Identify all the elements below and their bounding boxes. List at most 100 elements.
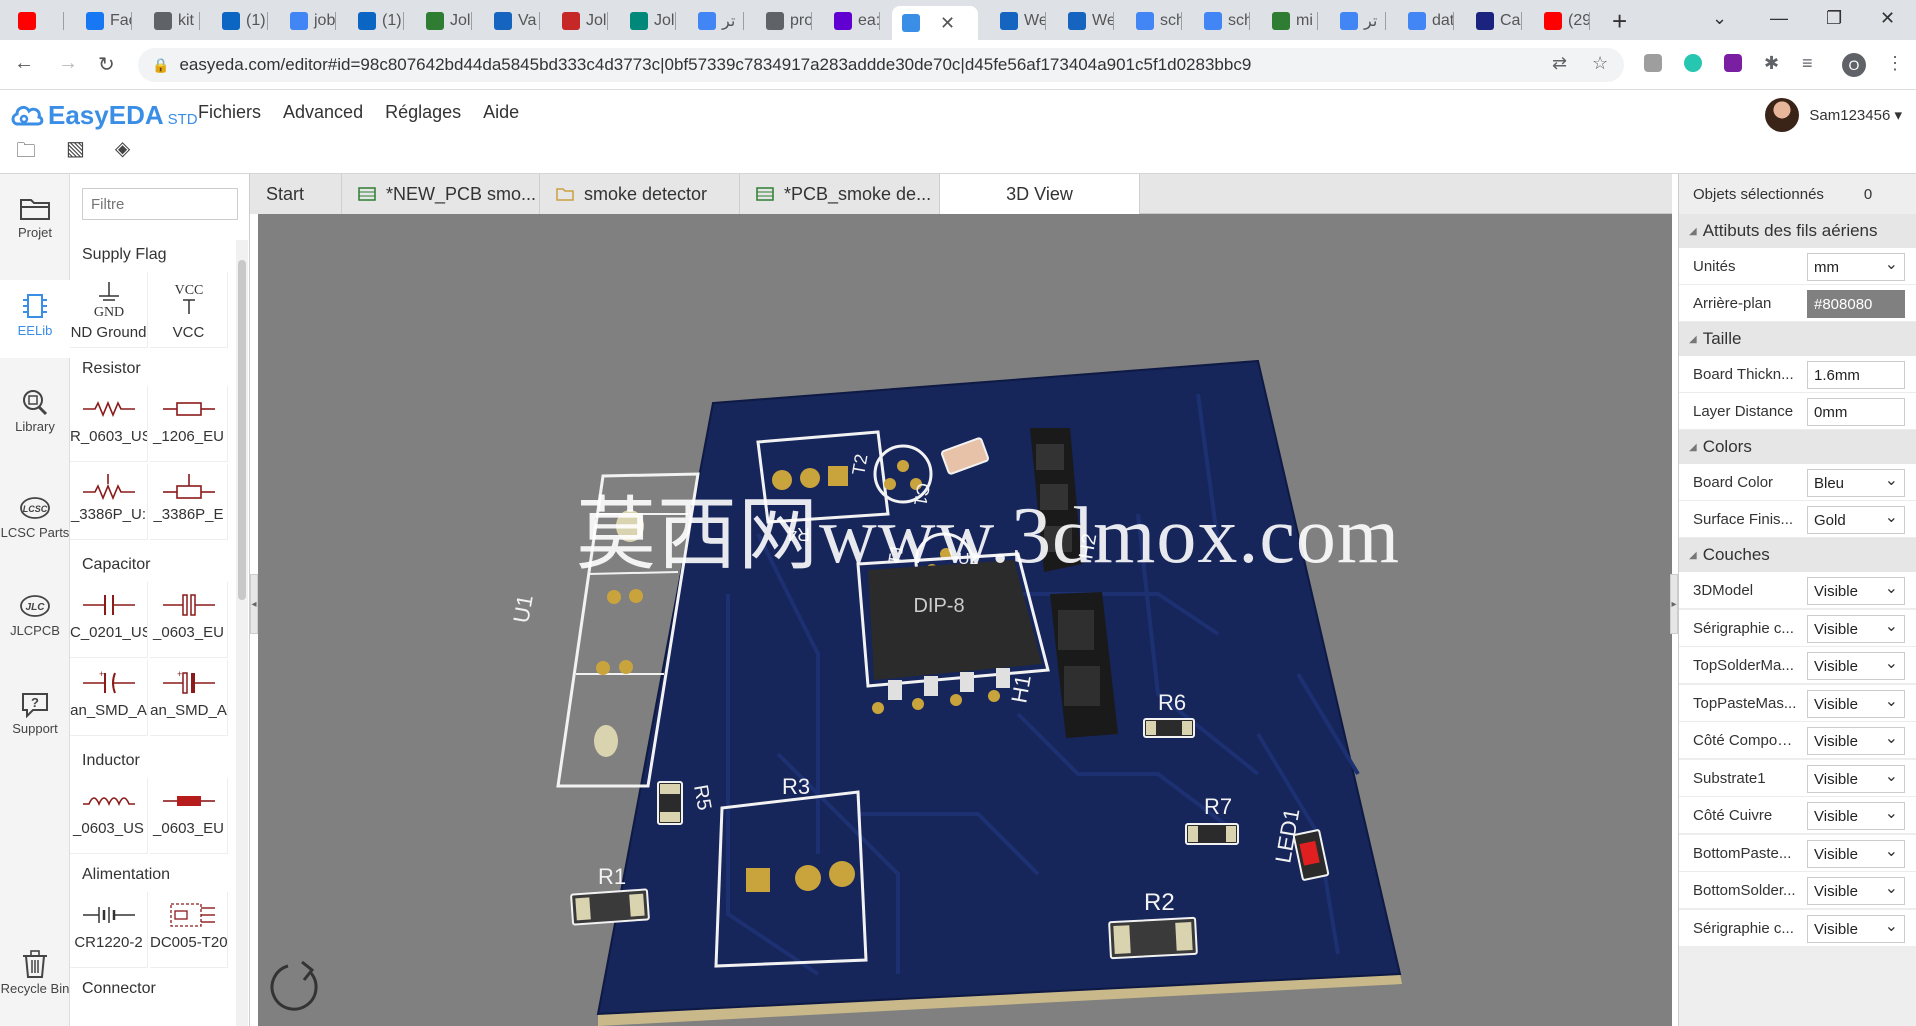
browser-tab[interactable]: Jol [552, 6, 608, 36]
browser-tab[interactable]: mi [1262, 6, 1318, 36]
lib-item-r0603-us[interactable]: R_0603_US [70, 386, 148, 462]
layer-visibility-select[interactable]: Visible [1807, 577, 1905, 605]
lib-item-gnd[interactable]: GND ND Ground [70, 272, 148, 348]
browser-tab[interactable]: job [280, 6, 336, 36]
rail-lcsc-parts[interactable]: LCSC LCSC Parts [0, 494, 70, 574]
layer-visibility-select[interactable]: Visible [1807, 877, 1905, 905]
browser-tab[interactable]: kit [144, 6, 200, 36]
layer-visibility-select[interactable]: Visible [1807, 652, 1905, 680]
browser-tab[interactable]: sch [1126, 6, 1182, 36]
menu-fichiers[interactable]: Fichiers [198, 102, 261, 123]
close-tab-icon[interactable]: ✕ [940, 13, 955, 34]
back-arrow-icon[interactable]: ← [14, 52, 34, 75]
tab-3d-view[interactable]: 3D View [940, 174, 1140, 214]
tab-start[interactable]: Start [250, 174, 342, 214]
close-window-icon[interactable]: ✕ [1880, 8, 1895, 29]
lib-item-c0201-us[interactable]: C_0201_US [70, 582, 148, 658]
collapse-left-panel-handle[interactable]: ◂ [250, 574, 258, 634]
extension-teal-icon[interactable] [1684, 54, 1702, 72]
menu-reglages[interactable]: Réglages [385, 102, 461, 123]
open-folder-icon[interactable]: 🗀 [16, 136, 36, 170]
browser-tab[interactable]: (29 [1534, 6, 1590, 36]
browser-tab[interactable]: Jol [620, 6, 676, 36]
background-color-field[interactable]: #808080 [1807, 290, 1905, 318]
section-colors[interactable]: ◢ Colors [1679, 430, 1916, 464]
lib-item-r1206-eu[interactable]: _1206_EU [150, 386, 228, 462]
library-scrollbar[interactable] [236, 240, 248, 1026]
3d-viewport[interactable]: U1 DIP-8 U2 R4 T2 C1 H2 T1 H1 R6 R5 R3 R… [258, 214, 1672, 1026]
lib-item-battery[interactable]: CR1220-2 [70, 892, 148, 968]
layer-visibility-select[interactable]: Visible [1807, 689, 1905, 718]
lib-item-pot-us[interactable]: _3386P_U: [70, 464, 148, 540]
surface-finish-select[interactable]: Gold [1807, 506, 1905, 534]
menu-aide[interactable]: Aide [483, 102, 519, 123]
browser-tab[interactable]: dat [1398, 6, 1454, 36]
lib-item-l0603-us[interactable]: _0603_US [70, 778, 148, 854]
layer-visibility-select[interactable]: Visible [1807, 839, 1905, 868]
lib-item-dc-jack[interactable]: DC005-T20 [150, 892, 228, 968]
extension-clapper-icon[interactable] [1724, 54, 1742, 72]
browser-tab[interactable]: Ca [1466, 6, 1522, 36]
section-size[interactable]: ◢ Taille [1679, 322, 1916, 356]
browser-tab[interactable]: pro [756, 6, 812, 36]
extensions-puzzle-icon[interactable]: ✱ [1764, 53, 1779, 74]
extension-screen-icon[interactable] [1644, 54, 1662, 72]
forward-arrow-icon[interactable]: → [58, 52, 78, 75]
rail-eelib[interactable]: EELib [0, 280, 70, 358]
browser-tab[interactable]: We [990, 6, 1046, 36]
menu-advanced[interactable]: Advanced [283, 102, 363, 123]
tab-new-pcb[interactable]: *NEW_PCB smo... [342, 174, 540, 214]
lib-item-pot-eu[interactable]: _3386P_E [150, 464, 228, 540]
units-select[interactable]: mm [1807, 253, 1905, 281]
translate-icon[interactable]: ⇄ [1552, 53, 1567, 74]
layers-icon[interactable]: ◈ [115, 136, 130, 170]
minimize-icon[interactable]: — [1770, 8, 1788, 29]
board-thickness-input[interactable]: 1.6mm [1807, 361, 1905, 389]
browser-tab[interactable]: ✕ [892, 6, 978, 40]
user-menu[interactable]: Sam123456 ▾ [1765, 98, 1902, 132]
rail-library[interactable]: Library [0, 388, 70, 452]
url-field[interactable]: 🔒 easyeda.com/editor#id=98c807642bd44da5… [138, 48, 1624, 82]
layer-visibility-select[interactable]: Visible [1807, 914, 1905, 943]
browser-tab[interactable]: sch [1194, 6, 1250, 36]
lib-item-cap-smd-a2[interactable]: + an_SMD_A [150, 660, 228, 736]
browser-tab[interactable]: (1) [348, 6, 404, 36]
tab-pcb-smoke[interactable]: *PCB_smoke de... [740, 174, 940, 214]
bookmark-star-icon[interactable]: ☆ [1592, 53, 1608, 74]
browser-tab[interactable]: Fac [76, 6, 132, 36]
section-layers[interactable]: ◢ Couches [1679, 538, 1916, 572]
library-scrollbar-thumb[interactable] [238, 260, 246, 600]
layer-distance-input[interactable]: 0mm [1807, 398, 1905, 426]
library-filter-input[interactable] [82, 188, 238, 220]
easyeda-logo[interactable]: EasyEDA STD [10, 98, 198, 131]
browser-menu-icon[interactable]: ⋮ [1886, 53, 1904, 74]
browser-tab[interactable]: تر [688, 6, 744, 36]
auto-rotate-icon[interactable] [266, 956, 326, 1016]
layer-visibility-select[interactable]: Visible [1807, 614, 1905, 643]
browser-tab[interactable]: Va [484, 6, 540, 36]
rail-recycle-bin[interactable]: Recycle Bin [0, 950, 70, 1026]
browser-tab[interactable]: We [1058, 6, 1114, 36]
rail-support[interactable]: ? Support [0, 690, 70, 754]
lib-item-l0603-eu[interactable]: _0603_EU [150, 778, 228, 854]
collapse-right-panel-handle[interactable]: ▸ [1670, 574, 1678, 634]
image-export-icon[interactable]: ▧ [66, 136, 85, 170]
browser-tab[interactable]: (1) [212, 6, 268, 36]
profile-avatar[interactable]: O [1842, 53, 1866, 77]
rail-projet[interactable]: Projet [0, 194, 70, 258]
browser-tab[interactable]: تر [1330, 6, 1386, 36]
lib-item-vcc[interactable]: VCC VCC [150, 272, 228, 348]
tab-search-icon[interactable]: ⌄ [1712, 8, 1727, 29]
lib-item-c0603-eu[interactable]: _0603_EU [150, 582, 228, 658]
tab-smoke-detector[interactable]: smoke detector [540, 174, 740, 214]
layer-visibility-select[interactable]: Visible [1807, 727, 1905, 755]
reload-icon[interactable]: ↻ [98, 52, 115, 77]
browser-tab[interactable] [8, 6, 64, 36]
lib-item-cap-smd-a[interactable]: + an_SMD_A [70, 660, 148, 736]
media-control-icon[interactable]: ≡ [1802, 53, 1813, 74]
section-wire-attributes[interactable]: ◢ Attibuts des fils aériens [1679, 214, 1916, 248]
layer-visibility-select[interactable]: Visible [1807, 802, 1905, 830]
browser-tab[interactable]: Jol [416, 6, 472, 36]
new-tab-plus-icon[interactable]: + [1612, 6, 1627, 37]
layer-visibility-select[interactable]: Visible [1807, 764, 1905, 793]
